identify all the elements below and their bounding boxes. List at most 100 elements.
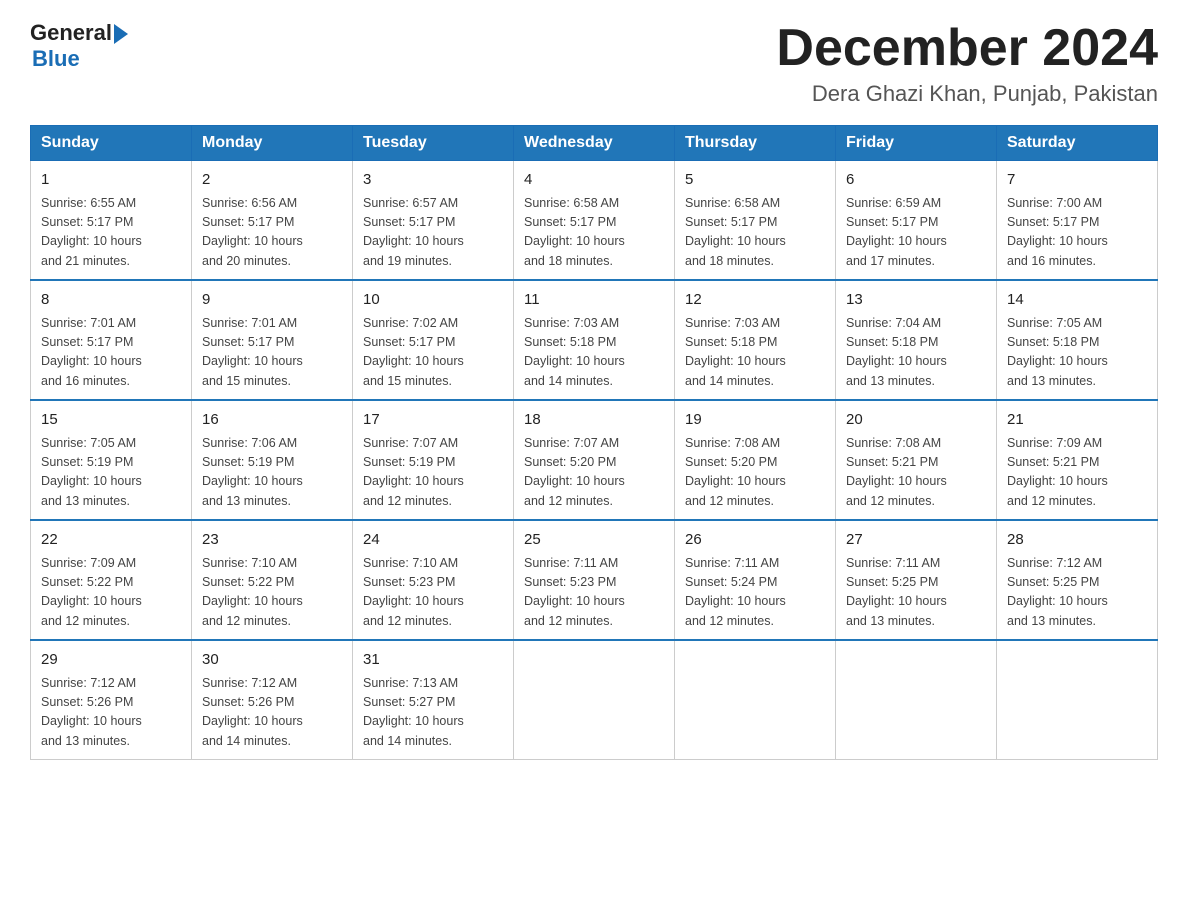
day-number: 2: [202, 169, 342, 192]
calendar-cell: 24Sunrise: 7:10 AMSunset: 5:23 PMDayligh…: [353, 520, 514, 640]
day-number: 25: [524, 529, 664, 552]
day-info: Sunrise: 7:13 AMSunset: 5:27 PMDaylight:…: [363, 674, 503, 752]
calendar-subtitle: Dera Ghazi Khan, Punjab, Pakistan: [776, 81, 1158, 107]
day-info: Sunrise: 6:59 AMSunset: 5:17 PMDaylight:…: [846, 194, 986, 272]
day-number: 28: [1007, 529, 1147, 552]
calendar-cell: 17Sunrise: 7:07 AMSunset: 5:19 PMDayligh…: [353, 400, 514, 520]
day-number: 29: [41, 649, 181, 672]
calendar-cell: 30Sunrise: 7:12 AMSunset: 5:26 PMDayligh…: [192, 640, 353, 760]
title-block: December 2024 Dera Ghazi Khan, Punjab, P…: [776, 20, 1158, 107]
day-info: Sunrise: 7:02 AMSunset: 5:17 PMDaylight:…: [363, 314, 503, 392]
column-header-sunday: Sunday: [31, 126, 192, 161]
calendar-cell: 18Sunrise: 7:07 AMSunset: 5:20 PMDayligh…: [514, 400, 675, 520]
day-info: Sunrise: 7:08 AMSunset: 5:20 PMDaylight:…: [685, 434, 825, 512]
day-info: Sunrise: 6:58 AMSunset: 5:17 PMDaylight:…: [685, 194, 825, 272]
calendar-cell: 5Sunrise: 6:58 AMSunset: 5:17 PMDaylight…: [675, 161, 836, 281]
calendar-table: SundayMondayTuesdayWednesdayThursdayFrid…: [30, 125, 1158, 760]
day-info: Sunrise: 7:12 AMSunset: 5:26 PMDaylight:…: [41, 674, 181, 752]
calendar-week-row: 1Sunrise: 6:55 AMSunset: 5:17 PMDaylight…: [31, 161, 1158, 281]
day-number: 22: [41, 529, 181, 552]
calendar-week-row: 15Sunrise: 7:05 AMSunset: 5:19 PMDayligh…: [31, 400, 1158, 520]
column-header-saturday: Saturday: [997, 126, 1158, 161]
calendar-cell: 27Sunrise: 7:11 AMSunset: 5:25 PMDayligh…: [836, 520, 997, 640]
calendar-cell: 31Sunrise: 7:13 AMSunset: 5:27 PMDayligh…: [353, 640, 514, 760]
calendar-week-row: 29Sunrise: 7:12 AMSunset: 5:26 PMDayligh…: [31, 640, 1158, 760]
day-number: 17: [363, 409, 503, 432]
day-number: 20: [846, 409, 986, 432]
day-number: 19: [685, 409, 825, 432]
logo-line2: Blue: [32, 46, 128, 72]
calendar-cell: 1Sunrise: 6:55 AMSunset: 5:17 PMDaylight…: [31, 161, 192, 281]
day-number: 26: [685, 529, 825, 552]
calendar-cell: 4Sunrise: 6:58 AMSunset: 5:17 PMDaylight…: [514, 161, 675, 281]
column-header-friday: Friday: [836, 126, 997, 161]
day-info: Sunrise: 7:03 AMSunset: 5:18 PMDaylight:…: [524, 314, 664, 392]
calendar-cell: 7Sunrise: 7:00 AMSunset: 5:17 PMDaylight…: [997, 161, 1158, 281]
calendar-cell: 2Sunrise: 6:56 AMSunset: 5:17 PMDaylight…: [192, 161, 353, 281]
day-info: Sunrise: 6:57 AMSunset: 5:17 PMDaylight:…: [363, 194, 503, 272]
calendar-cell: 8Sunrise: 7:01 AMSunset: 5:17 PMDaylight…: [31, 280, 192, 400]
calendar-title: December 2024: [776, 20, 1158, 77]
day-info: Sunrise: 6:58 AMSunset: 5:17 PMDaylight:…: [524, 194, 664, 272]
day-info: Sunrise: 7:10 AMSunset: 5:23 PMDaylight:…: [363, 554, 503, 632]
day-info: Sunrise: 7:05 AMSunset: 5:18 PMDaylight:…: [1007, 314, 1147, 392]
day-info: Sunrise: 7:09 AMSunset: 5:21 PMDaylight:…: [1007, 434, 1147, 512]
day-number: 10: [363, 289, 503, 312]
column-header-tuesday: Tuesday: [353, 126, 514, 161]
day-info: Sunrise: 7:04 AMSunset: 5:18 PMDaylight:…: [846, 314, 986, 392]
day-info: Sunrise: 7:11 AMSunset: 5:23 PMDaylight:…: [524, 554, 664, 632]
calendar-cell: [836, 640, 997, 760]
calendar-cell: 29Sunrise: 7:12 AMSunset: 5:26 PMDayligh…: [31, 640, 192, 760]
day-number: 18: [524, 409, 664, 432]
day-number: 27: [846, 529, 986, 552]
calendar-cell: 16Sunrise: 7:06 AMSunset: 5:19 PMDayligh…: [192, 400, 353, 520]
day-info: Sunrise: 7:00 AMSunset: 5:17 PMDaylight:…: [1007, 194, 1147, 272]
day-info: Sunrise: 6:56 AMSunset: 5:17 PMDaylight:…: [202, 194, 342, 272]
calendar-cell: 25Sunrise: 7:11 AMSunset: 5:23 PMDayligh…: [514, 520, 675, 640]
calendar-cell: 14Sunrise: 7:05 AMSunset: 5:18 PMDayligh…: [997, 280, 1158, 400]
calendar-cell: 21Sunrise: 7:09 AMSunset: 5:21 PMDayligh…: [997, 400, 1158, 520]
calendar-cell: 20Sunrise: 7:08 AMSunset: 5:21 PMDayligh…: [836, 400, 997, 520]
day-info: Sunrise: 7:01 AMSunset: 5:17 PMDaylight:…: [41, 314, 181, 392]
day-number: 13: [846, 289, 986, 312]
logo-general-text: General: [30, 20, 112, 46]
day-info: Sunrise: 7:01 AMSunset: 5:17 PMDaylight:…: [202, 314, 342, 392]
day-number: 9: [202, 289, 342, 312]
day-info: Sunrise: 7:12 AMSunset: 5:25 PMDaylight:…: [1007, 554, 1147, 632]
column-header-wednesday: Wednesday: [514, 126, 675, 161]
day-number: 4: [524, 169, 664, 192]
calendar-cell: 23Sunrise: 7:10 AMSunset: 5:22 PMDayligh…: [192, 520, 353, 640]
day-number: 7: [1007, 169, 1147, 192]
day-number: 8: [41, 289, 181, 312]
calendar-cell: 13Sunrise: 7:04 AMSunset: 5:18 PMDayligh…: [836, 280, 997, 400]
day-info: Sunrise: 7:11 AMSunset: 5:24 PMDaylight:…: [685, 554, 825, 632]
calendar-cell: 11Sunrise: 7:03 AMSunset: 5:18 PMDayligh…: [514, 280, 675, 400]
column-header-thursday: Thursday: [675, 126, 836, 161]
logo-arrow-icon: [114, 24, 128, 44]
day-info: Sunrise: 6:55 AMSunset: 5:17 PMDaylight:…: [41, 194, 181, 272]
day-info: Sunrise: 7:06 AMSunset: 5:19 PMDaylight:…: [202, 434, 342, 512]
day-number: 14: [1007, 289, 1147, 312]
day-number: 12: [685, 289, 825, 312]
day-info: Sunrise: 7:08 AMSunset: 5:21 PMDaylight:…: [846, 434, 986, 512]
page-header: General Blue December 2024 Dera Ghazi Kh…: [30, 20, 1158, 107]
calendar-header-row: SundayMondayTuesdayWednesdayThursdayFrid…: [31, 126, 1158, 161]
day-number: 24: [363, 529, 503, 552]
calendar-cell: 15Sunrise: 7:05 AMSunset: 5:19 PMDayligh…: [31, 400, 192, 520]
day-info: Sunrise: 7:11 AMSunset: 5:25 PMDaylight:…: [846, 554, 986, 632]
calendar-cell: 9Sunrise: 7:01 AMSunset: 5:17 PMDaylight…: [192, 280, 353, 400]
day-info: Sunrise: 7:03 AMSunset: 5:18 PMDaylight:…: [685, 314, 825, 392]
day-info: Sunrise: 7:07 AMSunset: 5:20 PMDaylight:…: [524, 434, 664, 512]
day-info: Sunrise: 7:10 AMSunset: 5:22 PMDaylight:…: [202, 554, 342, 632]
calendar-cell: 6Sunrise: 6:59 AMSunset: 5:17 PMDaylight…: [836, 161, 997, 281]
day-info: Sunrise: 7:07 AMSunset: 5:19 PMDaylight:…: [363, 434, 503, 512]
day-number: 5: [685, 169, 825, 192]
calendar-week-row: 22Sunrise: 7:09 AMSunset: 5:22 PMDayligh…: [31, 520, 1158, 640]
day-number: 11: [524, 289, 664, 312]
day-info: Sunrise: 7:05 AMSunset: 5:19 PMDaylight:…: [41, 434, 181, 512]
calendar-cell: [675, 640, 836, 760]
day-number: 16: [202, 409, 342, 432]
calendar-week-row: 8Sunrise: 7:01 AMSunset: 5:17 PMDaylight…: [31, 280, 1158, 400]
calendar-cell: 3Sunrise: 6:57 AMSunset: 5:17 PMDaylight…: [353, 161, 514, 281]
day-number: 1: [41, 169, 181, 192]
